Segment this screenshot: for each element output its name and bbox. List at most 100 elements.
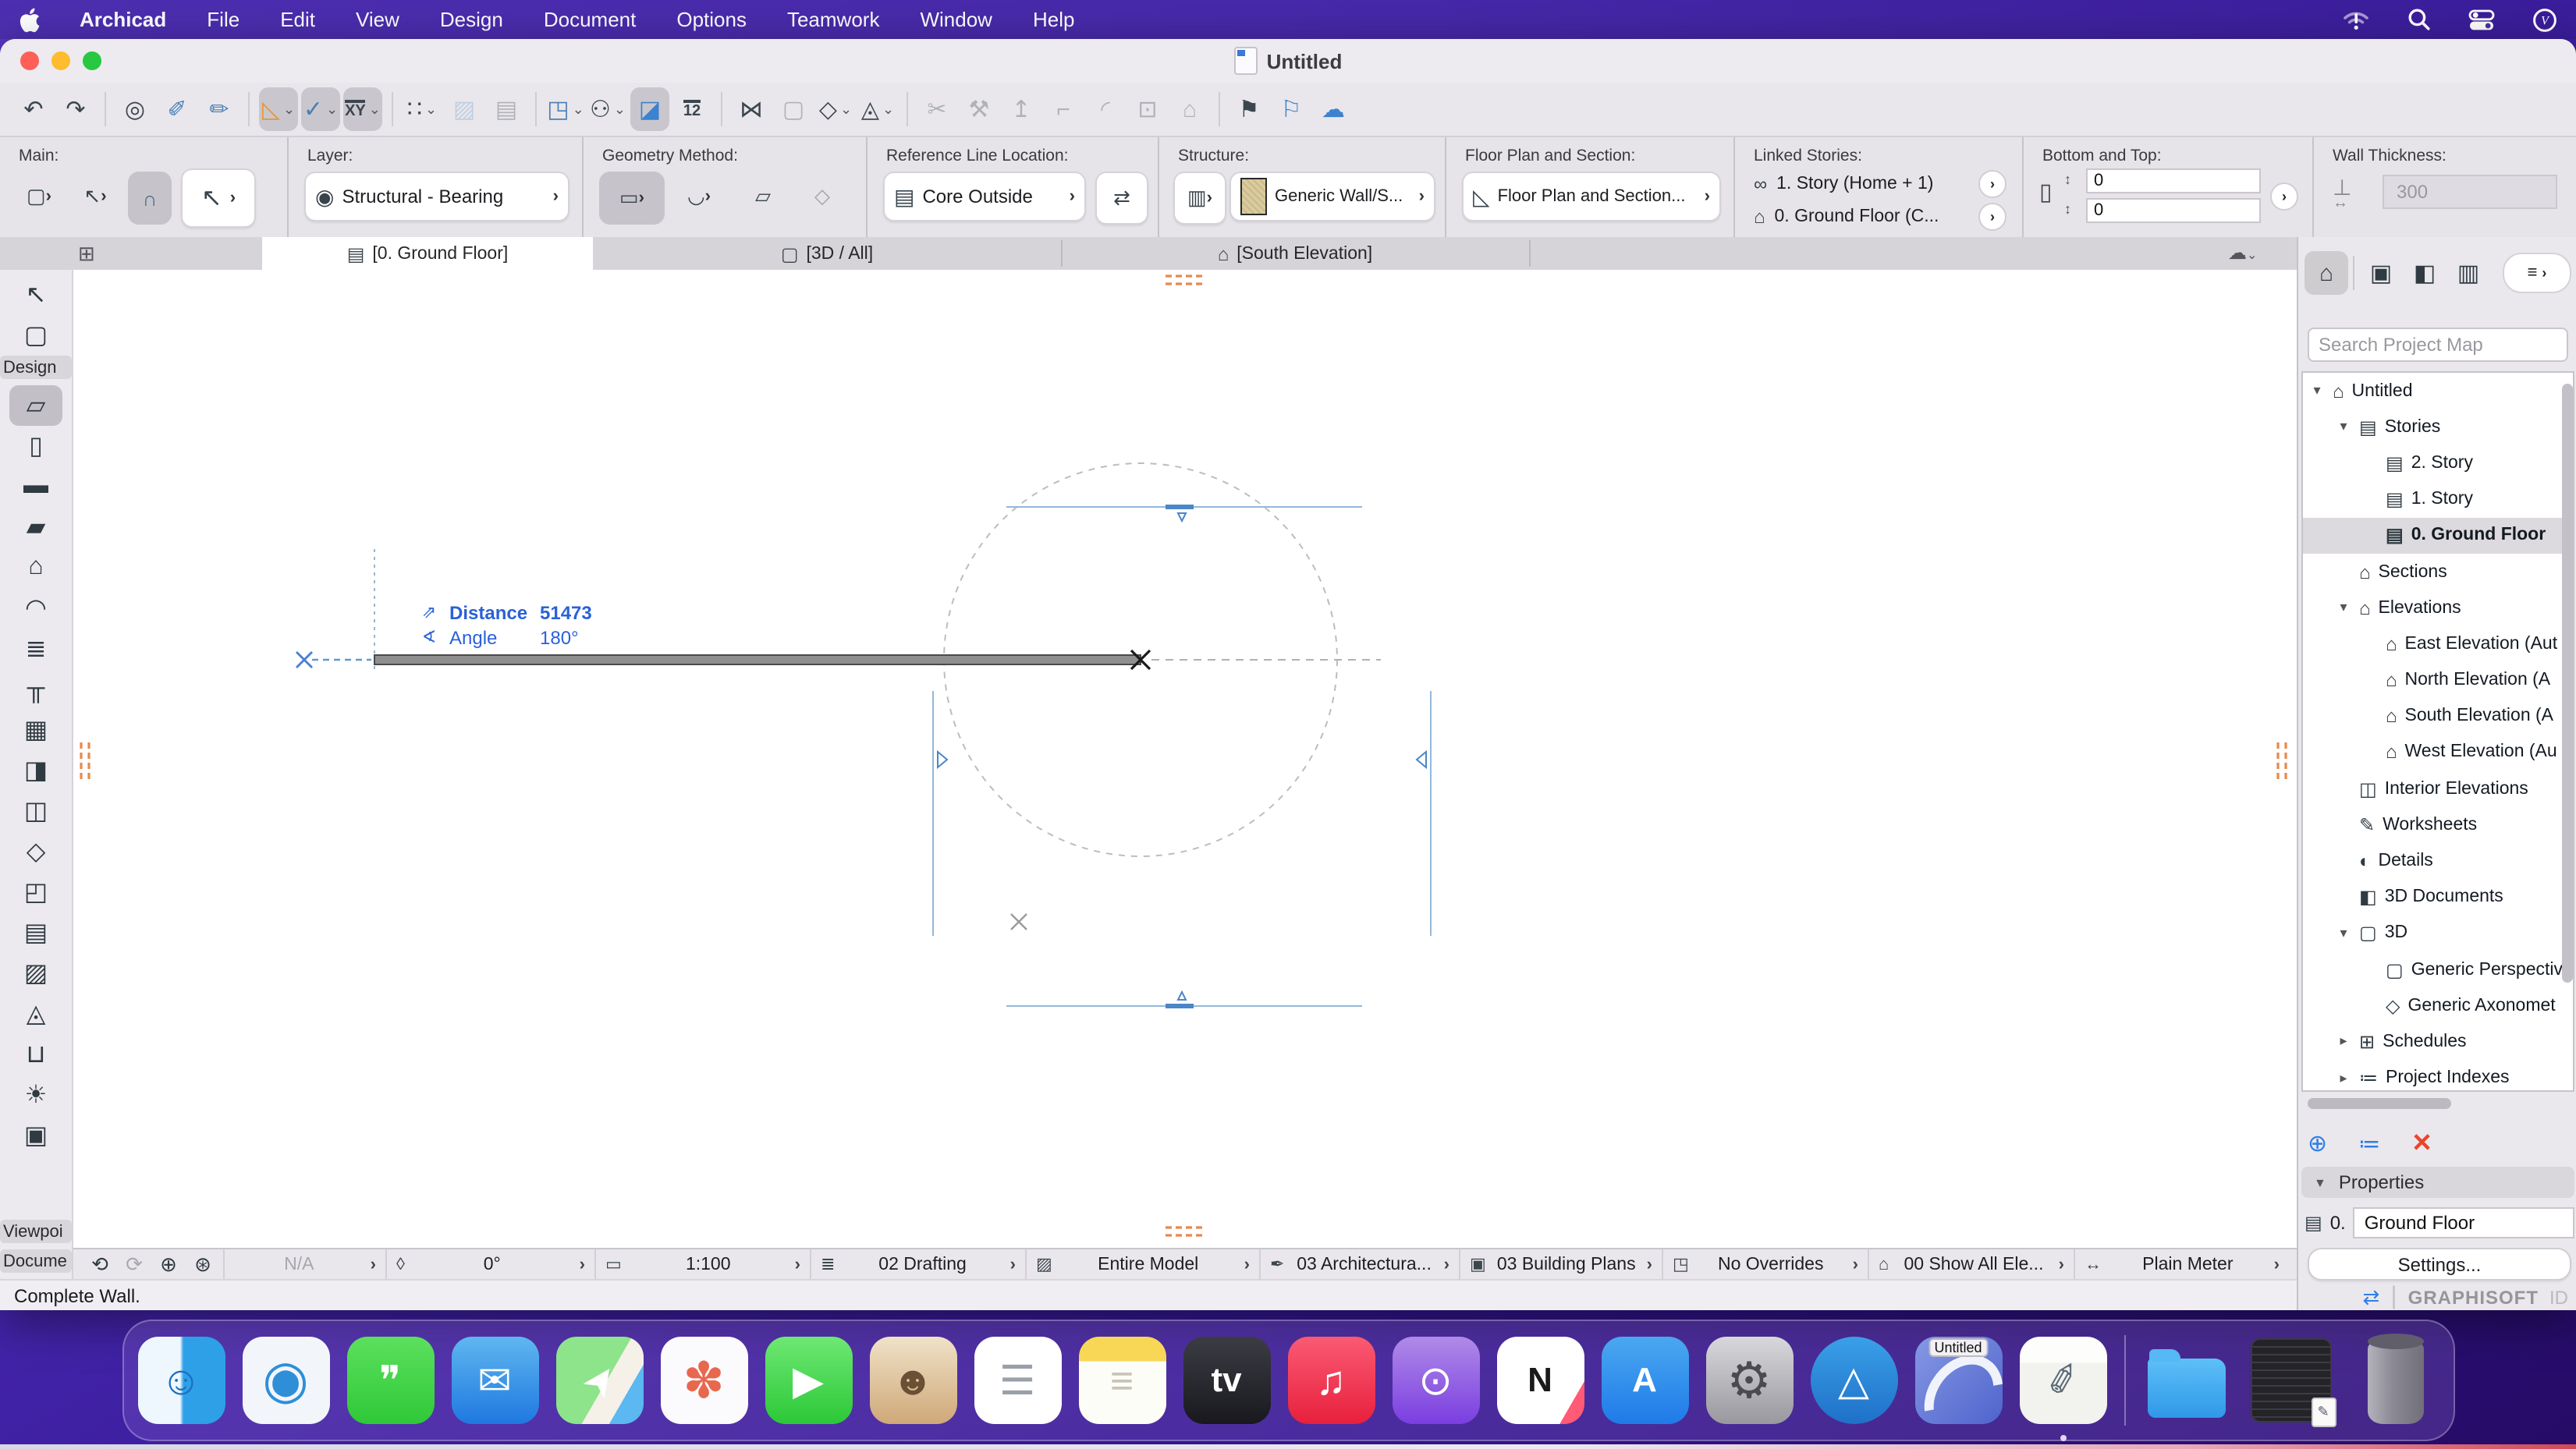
menu-item-archicad[interactable]: Archicad bbox=[59, 8, 186, 31]
trash-dock-icon[interactable] bbox=[2351, 1334, 2439, 1424]
tree-item-0-ground-floor[interactable]: ▤ 0. Ground Floor bbox=[2303, 517, 2573, 554]
reference-line-selector[interactable]: ▤ Core Outside › bbox=[883, 172, 1086, 221]
undo-button[interactable]: ↶ bbox=[14, 87, 53, 131]
tree-item-generic-axonomet[interactable]: ◇ Generic Axonomet bbox=[2303, 987, 2573, 1023]
top-offset-field[interactable]: 0 bbox=[2086, 168, 2261, 193]
scale-control[interactable]: ▭ 1:100 › bbox=[594, 1249, 810, 1280]
tree-item-3d-documents[interactable]: ◧ 3D Documents bbox=[2303, 879, 2573, 915]
3d-cutaway-button-chevron[interactable]: ⌄ bbox=[840, 101, 852, 118]
trace-reference-button-chevron[interactable]: ⌄ bbox=[573, 101, 584, 118]
renovation-filter-control[interactable]: ⌂ 00 Show All Ele... › bbox=[1868, 1249, 2074, 1280]
app-store-dock-icon[interactable]: A bbox=[1601, 1337, 1688, 1424]
tree-chevron-icon[interactable]: ▾ bbox=[2309, 382, 2325, 399]
scrollbar-thumb[interactable] bbox=[2308, 1098, 2451, 1109]
partial-structure-display-chevron[interactable]: › bbox=[1244, 1255, 1250, 1274]
mesh-tool[interactable]: ▨ bbox=[9, 953, 62, 994]
tab-3d-all[interactable]: ▢ [3D / All] bbox=[593, 237, 1061, 270]
window-tool[interactable]: ◫ bbox=[9, 791, 62, 831]
music-dock-icon[interactable]: ♫ bbox=[1287, 1337, 1375, 1424]
dimension-style-control[interactable]: ↔ Plain Meter › bbox=[2074, 1249, 2289, 1280]
snap-guides-button[interactable]: ✓ ⌄ bbox=[301, 87, 340, 131]
menu-item-view[interactable]: View bbox=[335, 0, 420, 39]
distance-value[interactable]: 51473 bbox=[540, 601, 592, 625]
curtain-wall-tool[interactable]: ▦ bbox=[9, 710, 62, 750]
new-favorite-button[interactable]: ⚑ bbox=[1229, 87, 1268, 131]
menu-item-design[interactable]: Design bbox=[420, 0, 523, 39]
tree-item-schedules[interactable]: ▸ ⊞ Schedules bbox=[2303, 1024, 2573, 1060]
selection-mode-button[interactable]: ↖ › bbox=[69, 172, 122, 221]
search-input[interactable]: Search Project Map bbox=[2308, 328, 2568, 362]
tree-chevron-icon[interactable]: ▾ bbox=[2336, 925, 2351, 942]
floor-plan-display-selector[interactable]: ◺ Floor Plan and Section... › bbox=[1462, 172, 1721, 221]
wall-tool[interactable]: ▱ bbox=[9, 385, 62, 426]
menu-item-window[interactable]: Window bbox=[899, 0, 1013, 39]
control-center-icon[interactable] bbox=[2468, 9, 2495, 30]
tree-item-1-story[interactable]: ▤ 1. Story bbox=[2303, 481, 2573, 517]
delete-item-button[interactable]: ✕ bbox=[2411, 1128, 2432, 1159]
floor-plan-canvas[interactable]: ⇗ Distance 51473 ∢ Angle 180° bbox=[73, 270, 2297, 1248]
flip-reference-button[interactable]: ⇄ bbox=[1095, 172, 1148, 225]
downloads-folder-dock-icon[interactable] bbox=[2142, 1337, 2230, 1424]
trapezoid-wall-method-button[interactable]: ▱ bbox=[736, 172, 789, 221]
podcasts-dock-icon[interactable]: ⊙ bbox=[1392, 1337, 1479, 1424]
roof-tool[interactable]: ⌂ bbox=[9, 547, 62, 588]
inject-parameters-button[interactable]: ✏ bbox=[200, 87, 239, 131]
arrow-tool-button[interactable]: ↖ › bbox=[181, 168, 256, 228]
apple-menu-icon[interactable] bbox=[19, 7, 41, 32]
model-view-options-chevron[interactable]: › bbox=[1647, 1255, 1652, 1274]
tree-item-details[interactable]: ◐ Details bbox=[2303, 843, 2573, 879]
renovation-filter-chevron[interactable]: › bbox=[2059, 1255, 2064, 1274]
tree-item-worksheets[interactable]: ✎ Worksheets bbox=[2303, 807, 2573, 843]
tree-chevron-icon[interactable]: ▾ bbox=[2336, 599, 2351, 616]
mail-dock-icon[interactable]: ✉ bbox=[451, 1337, 538, 1424]
tree-vertical-scrollbar[interactable] bbox=[2562, 377, 2573, 1086]
menu-item-teamwork[interactable]: Teamwork bbox=[767, 0, 900, 39]
tracker-button[interactable]: XY ⌄ bbox=[343, 87, 382, 131]
tree-item-east-elevation-aut[interactable]: ⌂ East Elevation (Aut bbox=[2303, 626, 2573, 662]
sync-icon[interactable]: ⇄ bbox=[2363, 1285, 2380, 1310]
layer-combination-control[interactable]: ≣ 02 Drafting › bbox=[810, 1249, 1025, 1280]
skylight-tool[interactable]: ◇ bbox=[9, 831, 62, 872]
notes-dock-icon[interactable]: ≡ bbox=[1078, 1337, 1166, 1424]
tree-item-sections[interactable]: ⌂ Sections bbox=[2303, 554, 2573, 590]
drag-mode-button[interactable]: ▢ › bbox=[12, 172, 66, 221]
facetime-dock-icon[interactable]: ▶ bbox=[765, 1337, 852, 1424]
tree-item-interior-elevations[interactable]: ◫ Interior Elevations bbox=[2303, 771, 2573, 806]
tree-item-south-elevation-a[interactable]: ⌂ South Elevation (A bbox=[2303, 698, 2573, 734]
trace-reference-button[interactable]: ◳ ⌄ bbox=[546, 87, 585, 131]
snap-guides-button-chevron[interactable]: ⌄ bbox=[326, 101, 338, 118]
building-material-selector[interactable]: Generic Wall/S... › bbox=[1229, 172, 1435, 221]
virtual-trace-button[interactable]: ⚇ ⌄ bbox=[588, 87, 627, 131]
publisher-sets-icon[interactable]: ▥ bbox=[2446, 251, 2490, 295]
tree-horizontal-scrollbar[interactable] bbox=[2305, 1098, 2567, 1109]
stretch-button[interactable]: ⋈ bbox=[732, 87, 771, 131]
graphic-overrides-chevron[interactable]: › bbox=[1853, 1255, 1858, 1274]
layer-combination-chevron[interactable]: › bbox=[1010, 1255, 1016, 1274]
news-dock-icon[interactable]: N bbox=[1496, 1337, 1584, 1424]
bottom-link-chevron[interactable]: › bbox=[1978, 203, 2007, 231]
layer-selector[interactable]: ◉ Structural - Bearing › bbox=[304, 172, 569, 221]
search-icon[interactable] bbox=[2407, 8, 2431, 31]
angle-value[interactable]: 180° bbox=[540, 625, 579, 650]
wall-segment[interactable] bbox=[374, 654, 1141, 665]
zone-tool[interactable]: ▤ bbox=[9, 912, 62, 953]
tv-dock-icon[interactable]: tv bbox=[1183, 1337, 1270, 1424]
3d-cutaway-button[interactable]: ◇ ⌄ bbox=[816, 87, 855, 131]
zoom-in-button[interactable]: ⊕ bbox=[151, 1250, 186, 1278]
cloud-tab-icon[interactable]: ☁⌄ bbox=[2228, 242, 2257, 264]
add-item-button[interactable]: ⊕ bbox=[2308, 1129, 2327, 1157]
tree-chevron-icon[interactable]: ▾ bbox=[2336, 419, 2351, 436]
wifi-alert-icon[interactable] bbox=[2342, 9, 2370, 30]
model-view-options-control[interactable]: ▣ 03 Building Plans › bbox=[1459, 1249, 1662, 1280]
tab-ground-floor[interactable]: ▤ [0. Ground Floor] bbox=[262, 237, 593, 270]
zoom-back-button[interactable]: ⟲ bbox=[83, 1250, 117, 1278]
zoom-value-chevron[interactable]: › bbox=[371, 1255, 376, 1274]
editing-plane-button[interactable]: ◪ bbox=[630, 87, 669, 131]
bottom-offset-field[interactable]: 0 bbox=[2086, 198, 2261, 223]
menu-item-edit[interactable]: Edit bbox=[260, 0, 335, 39]
story-name-field[interactable]: Ground Floor bbox=[2353, 1206, 2574, 1238]
polygon-wall-method-button[interactable]: ◇ bbox=[796, 172, 849, 221]
messages-dock-icon[interactable]: ❞ bbox=[346, 1337, 434, 1424]
menu-item-options[interactable]: Options bbox=[656, 0, 767, 39]
door-tool[interactable]: ◨ bbox=[9, 750, 62, 791]
